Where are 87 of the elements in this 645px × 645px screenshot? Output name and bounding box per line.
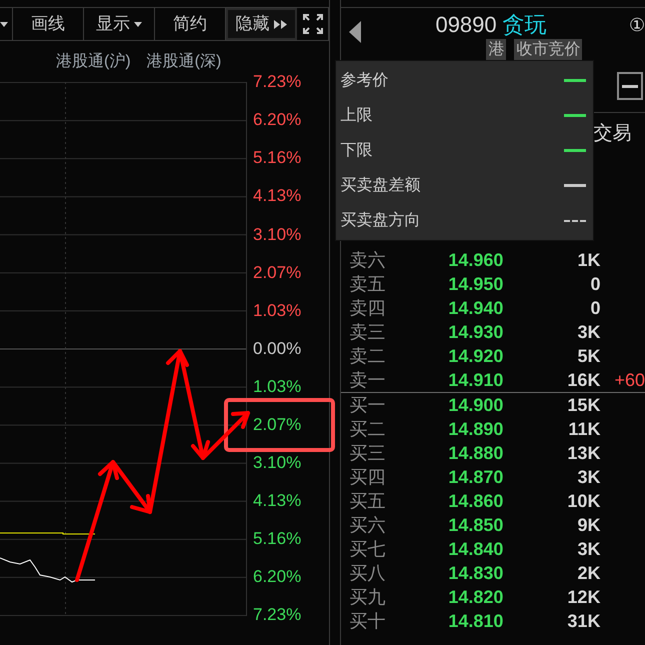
level-label: 卖四 xyxy=(348,297,386,319)
volume-cell-text: 13K xyxy=(566,442,600,464)
stock-code: 09890 xyxy=(435,11,497,39)
volume-cell-text: 31K xyxy=(566,610,600,632)
volume-cell-text: 15K xyxy=(566,394,600,416)
axis-label: 5.16% xyxy=(253,528,302,550)
change-cell: +60 xyxy=(614,369,645,391)
axis-label: 2.07% xyxy=(253,414,302,436)
price-cell-text: 14.880 xyxy=(447,442,504,464)
level-label: 买五 xyxy=(348,490,386,512)
level-label: 买四 xyxy=(348,466,386,488)
axis-label: 1.03% xyxy=(253,376,302,398)
volume-cell-text: 0 xyxy=(589,273,600,295)
axis-label: 7.23% xyxy=(253,71,302,94)
price-cell-text: 14.860 xyxy=(447,490,504,512)
price-cell-text: 14.810 xyxy=(447,610,504,632)
level-label: 买一 xyxy=(348,394,386,416)
price-cell-text: 14.940 xyxy=(447,297,504,319)
trading-status: 交易 xyxy=(593,122,632,146)
volume-cell-text: 2K xyxy=(576,562,600,584)
volume-cell-text: 1K xyxy=(576,249,600,271)
price-cell-text: 14.900 xyxy=(447,394,504,416)
volume-cell-text: 5K xyxy=(576,345,600,367)
stock-name: 贪玩 xyxy=(502,11,547,39)
level-label: 买八 xyxy=(348,562,386,584)
price-cell-text: 14.910 xyxy=(447,369,504,391)
axis-label: 0.00% xyxy=(253,338,302,360)
level-label: 买三 xyxy=(348,442,386,464)
legend-label: 港股通(深) xyxy=(146,52,222,72)
axis-label: 3.10% xyxy=(253,224,302,246)
market-tag: 港 xyxy=(486,39,506,60)
level-label: 卖二 xyxy=(348,345,386,367)
price-cell-text: 14.950 xyxy=(447,273,504,295)
price-cell-text: 14.840 xyxy=(447,538,504,560)
volume-cell-text: 9K xyxy=(576,514,600,536)
level-label: 买二 xyxy=(348,418,386,440)
legend-label: 港股通(沪) xyxy=(56,52,131,72)
price-cell-text: 14.920 xyxy=(447,345,504,367)
market-tag: 收市竞价 xyxy=(514,39,582,60)
axis-label: 6.20% xyxy=(253,109,302,132)
volume-cell-text: 3K xyxy=(576,466,600,488)
price-cell-text: 14.930 xyxy=(447,321,504,343)
level-label: 买九 xyxy=(348,586,386,608)
circled-number: ① xyxy=(629,14,645,37)
volume-cell-text: 11K xyxy=(567,418,600,440)
dropdown-button[interactable] xyxy=(0,8,13,40)
back-arrow-icon[interactable] xyxy=(349,21,362,43)
toolbar-button[interactable]: 显示 xyxy=(84,8,155,40)
level-label: 卖六 xyxy=(348,249,386,271)
level-label: 卖三 xyxy=(348,321,386,343)
axis-label: 4.13% xyxy=(253,185,302,208)
price-cell-text: 14.850 xyxy=(447,514,504,536)
menu-item[interactable]: 上限 xyxy=(340,104,590,128)
menu-item[interactable]: 参考价 xyxy=(340,68,590,92)
level-label: 卖五 xyxy=(348,273,386,295)
price-cell-text: 14.870 xyxy=(447,466,504,488)
price-cell-text: 14.890 xyxy=(447,418,504,440)
fullscreen-icon xyxy=(302,14,322,34)
axis-label: 1.03% xyxy=(253,300,302,322)
axis-label: 2.07% xyxy=(253,262,302,284)
menu-item[interactable]: 下限 xyxy=(340,138,590,162)
volume-cell-text: 0 xyxy=(589,297,600,319)
volume-cell-text: 3K xyxy=(576,538,600,560)
axis-label: 4.13% xyxy=(253,490,302,512)
toolbar-button[interactable]: 隐藏 xyxy=(226,8,297,40)
axis-label: 6.20% xyxy=(253,566,302,588)
volume-cell-text: 12K xyxy=(566,586,600,608)
level-label: 买七 xyxy=(348,538,386,560)
price-cell-text: 14.820 xyxy=(447,586,504,608)
axis-label: 5.16% xyxy=(253,147,302,170)
level-label: 买六 xyxy=(348,514,386,536)
level-label: 卖一 xyxy=(348,369,386,391)
volume-cell-text: 16K xyxy=(566,369,600,391)
minus-button[interactable] xyxy=(617,72,644,100)
toolbar-button[interactable]: 画线 xyxy=(13,8,84,40)
price-cell-text: 14.960 xyxy=(447,249,504,271)
caret-icon xyxy=(134,22,142,26)
caret-icon xyxy=(0,22,8,26)
volume-cell-text: 10K xyxy=(566,490,600,512)
axis-label: 3.10% xyxy=(253,452,302,474)
double-arrow-icon xyxy=(274,20,288,28)
menu-item[interactable]: 买卖盘差额 xyxy=(340,174,590,198)
level-label: 买十 xyxy=(348,610,386,632)
price-cell-text: 14.830 xyxy=(447,562,504,584)
volume-cell-text: 3K xyxy=(576,321,600,343)
axis-label: 7.23% xyxy=(253,604,302,626)
menu-item[interactable]: 买卖盘方向 xyxy=(340,208,590,232)
